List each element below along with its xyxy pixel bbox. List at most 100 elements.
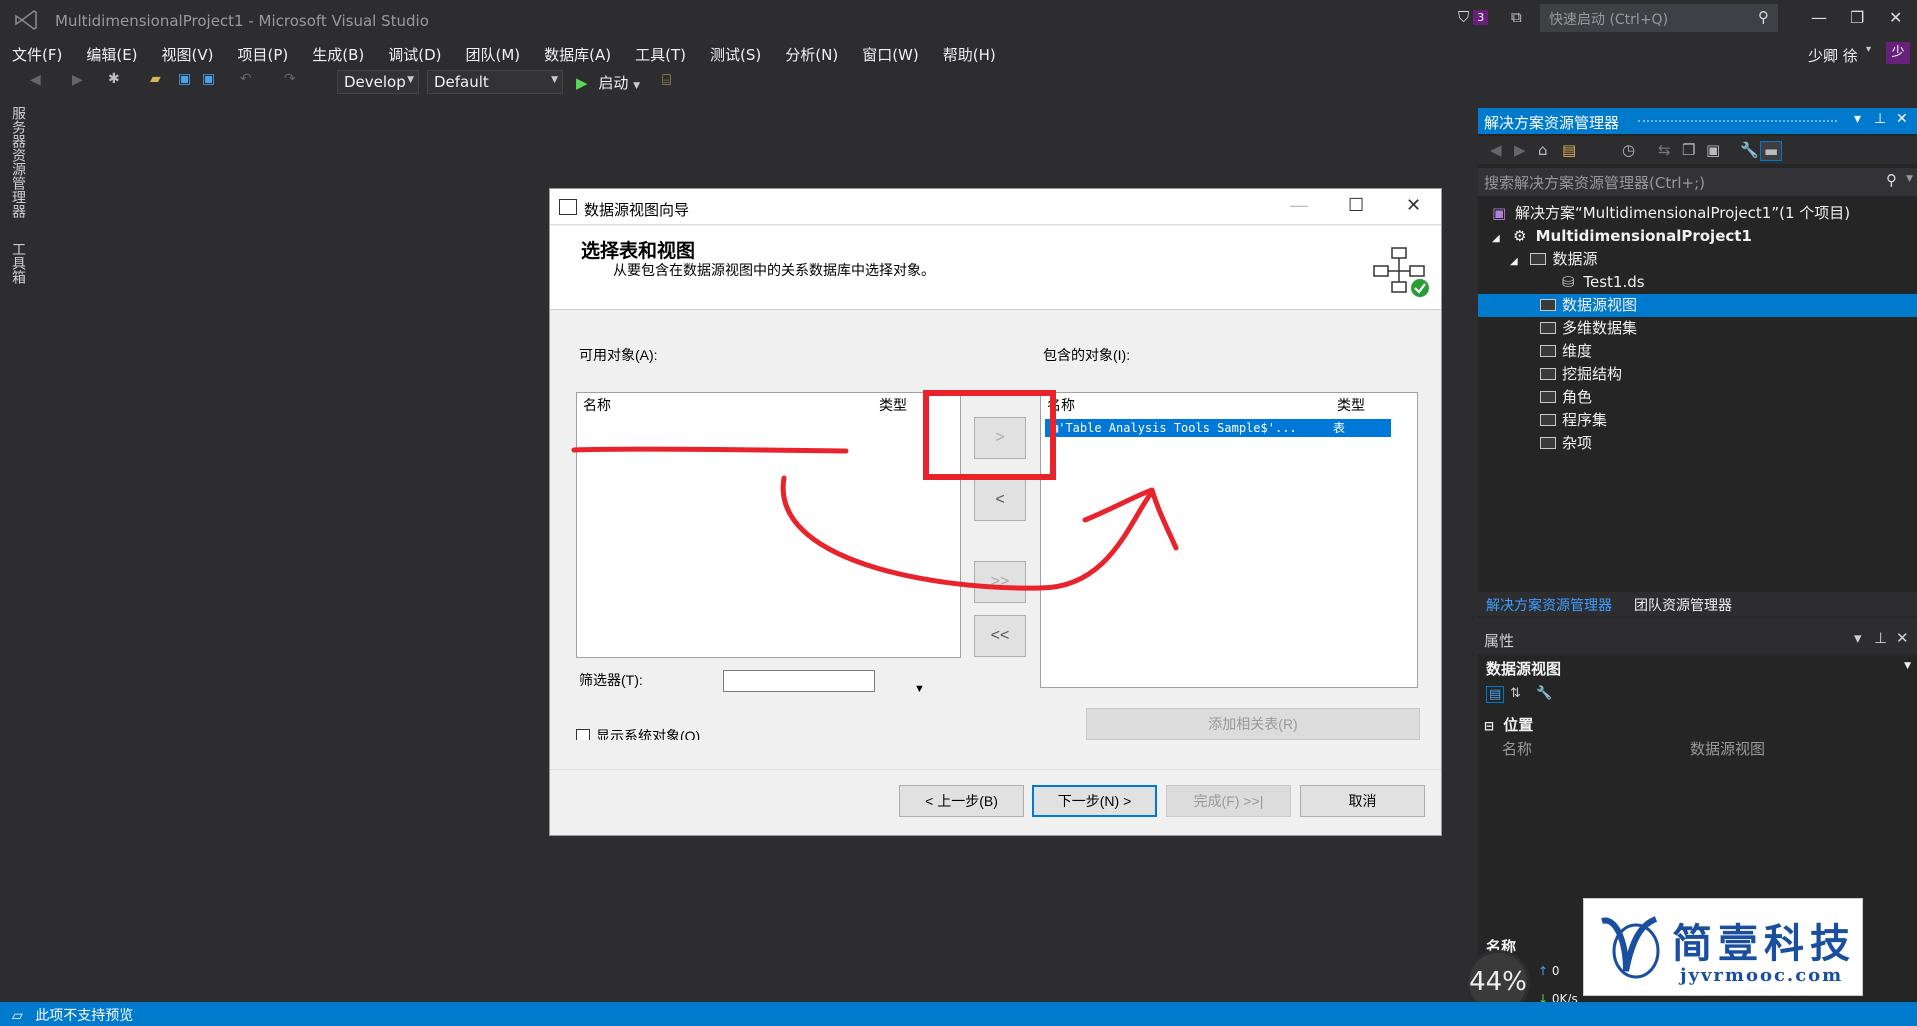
- tab-team-explorer[interactable]: 团队资源管理器: [1634, 595, 1732, 615]
- move-right-button[interactable]: >: [974, 417, 1026, 459]
- close-icon[interactable]: ✕: [1896, 629, 1909, 647]
- show-all-files-icon[interactable]: ▣: [1706, 141, 1720, 159]
- move-all-right-button[interactable]: >>: [974, 561, 1026, 603]
- menu-tools[interactable]: 工具(T): [635, 44, 686, 65]
- feedback-icon[interactable]: ⧉: [1511, 8, 1522, 26]
- user-name[interactable]: 少卿 徐: [1808, 45, 1858, 66]
- find-in-files-icon[interactable]: ⌸: [662, 71, 671, 89]
- tree-item-data-sources[interactable]: ◢ 数据源: [1478, 248, 1917, 271]
- column-header-name[interactable]: 名称: [583, 395, 611, 415]
- undo-icon[interactable]: ↶: [240, 71, 252, 87]
- column-header-name[interactable]: 名称: [1047, 395, 1075, 415]
- quick-launch-input[interactable]: 快速启动 (Ctrl+Q) ⚲: [1540, 4, 1778, 32]
- property-row[interactable]: 名称 数据源视图: [1478, 736, 1917, 758]
- next-button[interactable]: 下一步(N) >: [1032, 785, 1157, 817]
- alphabetical-icon[interactable]: ⇅: [1510, 686, 1521, 701]
- notifications-button[interactable]: ⛉ 3: [1458, 8, 1489, 26]
- categorized-icon[interactable]: ▤: [1486, 686, 1505, 703]
- home-icon[interactable]: ⌂: [1538, 141, 1548, 159]
- pin-icon[interactable]: ⊥: [1874, 111, 1886, 127]
- forward-icon[interactable]: ▶: [1514, 141, 1526, 159]
- menu-team[interactable]: 团队(M): [466, 44, 521, 65]
- expand-arrow-icon: ◢: [1510, 256, 1518, 267]
- menu-edit[interactable]: 编辑(E): [86, 44, 137, 65]
- save-all-icon[interactable]: ▣: [202, 71, 215, 87]
- tab-solution-explorer[interactable]: 解决方案资源管理器: [1486, 595, 1612, 615]
- switch-views-icon[interactable]: ▤: [1562, 141, 1576, 159]
- close-dialog-button[interactable]: ✕: [1406, 195, 1421, 216]
- sync-icon[interactable]: ⇆: [1658, 141, 1671, 159]
- property-pages-icon[interactable]: 🔧: [1536, 686, 1552, 701]
- server-explorer-tab[interactable]: 服务器资源管理器: [8, 106, 28, 218]
- close-icon[interactable]: ✕: [1896, 111, 1908, 127]
- solution-configuration-dropdown[interactable]: Develop ▼: [337, 70, 419, 94]
- tree-item-data-source-views[interactable]: 数据源视图: [1478, 294, 1917, 317]
- tree-item-mining-structures[interactable]: 挖掘结构: [1478, 363, 1917, 386]
- menu-window[interactable]: 窗口(W): [862, 44, 919, 65]
- tree-item-assemblies[interactable]: 程序集: [1478, 409, 1917, 432]
- column-header-type[interactable]: 类型: [1337, 395, 1365, 415]
- list-item[interactable]: ▦'Table Analysis Tools Sample$'... 表: [1045, 419, 1391, 437]
- menu-database[interactable]: 数据库(A): [544, 44, 611, 65]
- folder-icon: [1540, 322, 1556, 334]
- menu-view[interactable]: 视图(V): [162, 44, 214, 65]
- restore-button[interactable]: ❐: [1850, 8, 1864, 27]
- move-left-button[interactable]: <: [974, 479, 1026, 521]
- collapse-all-icon[interactable]: ❐: [1682, 141, 1695, 159]
- menu-debug[interactable]: 调试(D): [388, 44, 441, 65]
- tree-project[interactable]: ◢ ⚙ MultidimensionalProject1: [1478, 225, 1917, 248]
- avatar[interactable]: 少: [1886, 42, 1910, 64]
- forward-icon[interactable]: ▶: [72, 72, 83, 88]
- menu-build[interactable]: 生成(B): [312, 44, 364, 65]
- add-related-tables-button[interactable]: 添加相关表(R): [1086, 708, 1420, 740]
- available-objects-list[interactable]: 名称 类型: [576, 392, 961, 658]
- dropdown-icon[interactable]: ▾: [1854, 111, 1861, 127]
- show-system-objects-checkbox[interactable]: 显示系统对象(O): [576, 726, 700, 740]
- close-window-button[interactable]: ✕: [1889, 8, 1902, 27]
- dialog-title-bar: 数据源视图向导 — ☐ ✕: [550, 189, 1441, 225]
- cancel-button[interactable]: 取消: [1300, 785, 1425, 817]
- back-button[interactable]: < 上一步(B): [899, 785, 1024, 817]
- properties-wrench-icon[interactable]: 🔧: [1740, 141, 1759, 159]
- toolbox-tab[interactable]: 工具箱: [8, 242, 28, 284]
- tree-item-test1-ds[interactable]: ⛁ Test1.ds: [1478, 271, 1917, 294]
- checkbox-box: [576, 729, 590, 740]
- history-icon[interactable]: ◷: [1622, 141, 1635, 159]
- tree-item-misc[interactable]: 杂项: [1478, 432, 1917, 455]
- included-objects-list[interactable]: 名称 类型 ▦'Table Analysis Tools Sample$'...…: [1040, 392, 1418, 688]
- back-icon[interactable]: ◀: [1490, 141, 1502, 159]
- menu-help[interactable]: 帮助(H): [943, 44, 996, 65]
- redo-icon[interactable]: ↷: [284, 71, 296, 87]
- filter-flag-icon: ⛉: [1458, 8, 1470, 26]
- tree-item-cubes[interactable]: 多维数据集: [1478, 317, 1917, 340]
- pin-icon[interactable]: ⊥: [1874, 629, 1887, 647]
- tree-item-dimensions[interactable]: 维度: [1478, 340, 1917, 363]
- start-debugging-button[interactable]: ▶ 启动 ▼: [576, 72, 640, 93]
- move-all-left-button[interactable]: <<: [974, 615, 1026, 657]
- column-header-type[interactable]: 类型: [879, 395, 907, 415]
- tree-solution[interactable]: ▣ 解决方案“MultidimensionalProject1”(1 个项目): [1478, 202, 1917, 225]
- solution-explorer-search-input[interactable]: 搜索解决方案资源管理器(Ctrl+;) ⚲ ▼: [1478, 168, 1917, 196]
- back-icon[interactable]: ◀: [30, 72, 41, 88]
- chevron-down-icon[interactable]: ▾: [1866, 44, 1871, 55]
- minimize-button[interactable]: —: [1811, 8, 1827, 27]
- chevron-down-icon: ▼: [407, 75, 414, 85]
- left-tool-tabs: 服务器资源管理器 工具箱: [0, 100, 30, 1000]
- maximize-button[interactable]: ☐: [1348, 195, 1364, 216]
- filter-icon[interactable]: ▼: [914, 683, 925, 695]
- property-category[interactable]: ⊟ 位置: [1478, 712, 1917, 734]
- filter-input[interactable]: [723, 670, 875, 692]
- finish-button[interactable]: 完成(F) >>|: [1166, 785, 1291, 817]
- properties-object-selector[interactable]: 数据源视图 ▼: [1478, 654, 1917, 680]
- menu-test[interactable]: 测试(S): [710, 44, 761, 65]
- tree-item-roles[interactable]: 角色: [1478, 386, 1917, 409]
- new-project-icon[interactable]: ✱: [108, 71, 120, 87]
- preview-icon[interactable]: ▬: [1760, 141, 1783, 161]
- solution-platform-dropdown[interactable]: Default ▼: [427, 70, 563, 94]
- menu-project[interactable]: 项目(P): [238, 44, 289, 65]
- menu-analyze[interactable]: 分析(N): [785, 44, 838, 65]
- menu-file[interactable]: 文件(F): [12, 44, 62, 65]
- dropdown-icon[interactable]: ▾: [1854, 629, 1862, 647]
- open-folder-icon[interactable]: ▰: [150, 71, 161, 87]
- save-icon[interactable]: ▣: [178, 71, 191, 87]
